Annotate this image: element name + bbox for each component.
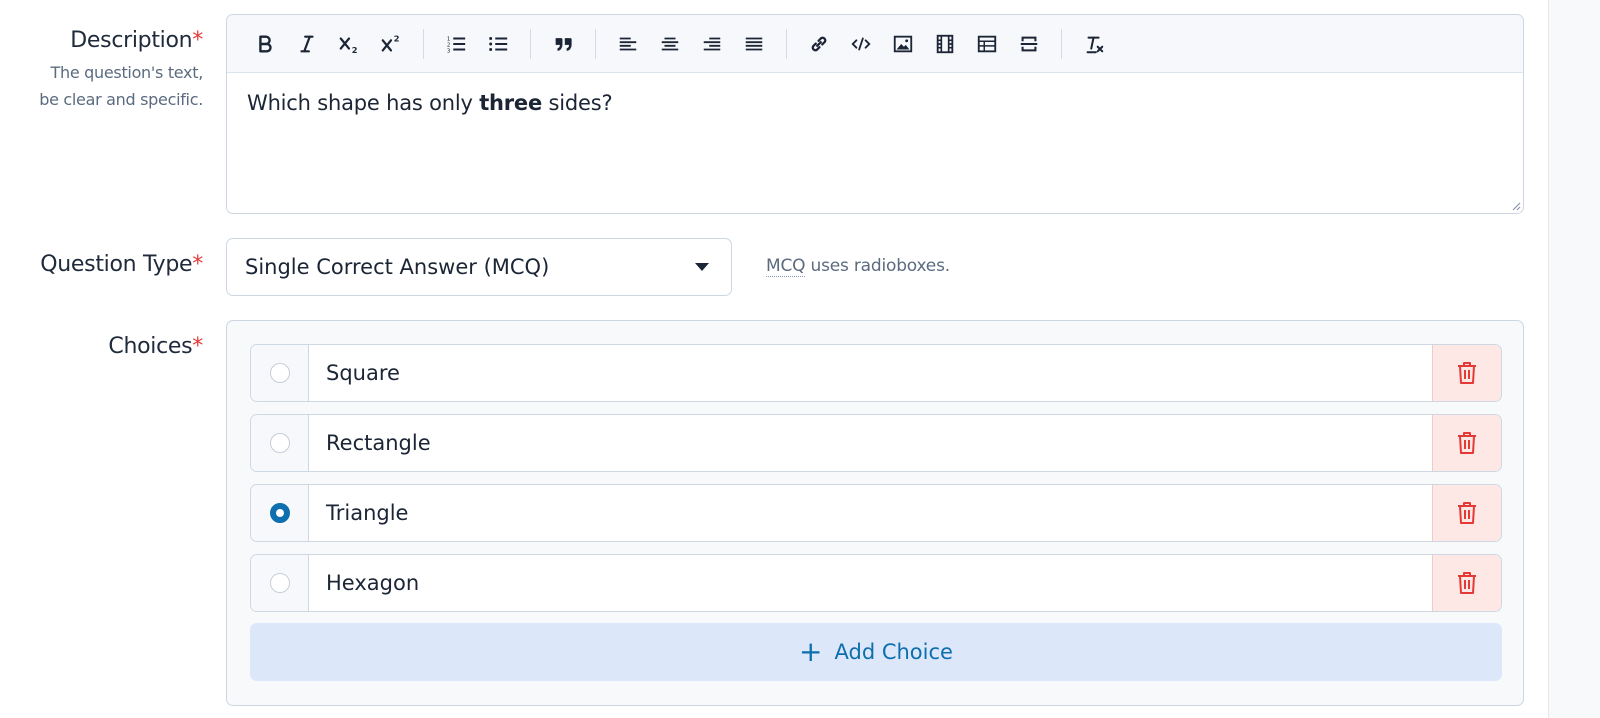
toolbar-divider — [595, 28, 596, 59]
delete-choice-button[interactable] — [1432, 555, 1501, 611]
required-mark: * — [192, 334, 203, 359]
choice-radio[interactable] — [269, 363, 290, 383]
resize-handle-icon[interactable] — [1511, 201, 1521, 211]
clear-format-icon[interactable] — [1073, 24, 1115, 64]
trash-icon — [1458, 572, 1476, 594]
editor-content[interactable]: Which shape has only three sides? — [227, 73, 1523, 133]
blockquote-icon[interactable] — [542, 24, 584, 64]
choice-radio-cell[interactable] — [251, 415, 309, 471]
description-editor: 2 2 123 Which shape has only three sides… — [226, 14, 1524, 214]
table-icon[interactable] — [966, 24, 1008, 64]
bold-icon[interactable] — [244, 24, 286, 64]
delete-choice-button[interactable] — [1432, 415, 1501, 471]
video-icon[interactable] — [924, 24, 966, 64]
required-mark: * — [192, 252, 203, 277]
svg-text:2: 2 — [352, 45, 358, 55]
question-type-help: MCQ uses radioboxes. — [766, 256, 951, 277]
choice-input[interactable] — [309, 415, 1432, 471]
right-scroll-rail — [1548, 0, 1600, 718]
caret-down-icon — [695, 263, 709, 271]
italic-icon[interactable] — [286, 24, 328, 64]
description-label: Description* — [70, 28, 203, 53]
toolbar-divider — [530, 28, 531, 59]
mcq-abbreviation: MCQ — [766, 256, 806, 277]
choice-radio[interactable] — [269, 573, 290, 593]
align-left-icon[interactable] — [607, 24, 649, 64]
delete-choice-button[interactable] — [1432, 345, 1501, 401]
choice-radio-cell[interactable] — [251, 485, 309, 541]
trash-icon — [1458, 362, 1476, 384]
subscript-icon[interactable]: 2 — [328, 24, 370, 64]
image-icon[interactable] — [882, 24, 924, 64]
question-type-value: Single Correct Answer (MCQ) — [245, 255, 550, 279]
trash-icon — [1458, 502, 1476, 524]
choices-label: Choices* — [108, 334, 203, 359]
toolbar-divider — [1061, 28, 1062, 59]
description-label-group: Description* The question's text, be cle… — [0, 28, 203, 113]
choice-input[interactable] — [309, 555, 1432, 611]
choice-row — [250, 344, 1502, 402]
trash-icon — [1458, 432, 1476, 454]
code-icon[interactable] — [840, 24, 882, 64]
add-choice-label: Add Choice — [834, 640, 953, 664]
editor-text: sides? — [542, 91, 613, 115]
toolbar-divider — [423, 28, 424, 59]
add-choice-button[interactable]: + Add Choice — [250, 623, 1502, 681]
choice-row — [250, 484, 1502, 542]
choice-radio[interactable] — [269, 433, 290, 453]
question-type-label-group: Question Type* — [0, 252, 203, 277]
choice-row — [250, 554, 1502, 612]
plus-icon: + — [799, 635, 823, 668]
question-type-help-text: uses radioboxes. — [805, 256, 951, 276]
bullet-list-icon[interactable] — [477, 24, 519, 64]
description-help: The question's text, be clear and specif… — [0, 59, 203, 113]
question-type-select[interactable]: Single Correct Answer (MCQ) — [226, 238, 732, 296]
page-break-icon[interactable] — [1008, 24, 1050, 64]
delete-choice-button[interactable] — [1432, 485, 1501, 541]
question-type-label: Question Type* — [40, 252, 203, 277]
svg-text:3: 3 — [447, 48, 451, 54]
choice-radio-cell[interactable] — [251, 555, 309, 611]
superscript-icon[interactable]: 2 — [370, 24, 412, 64]
align-right-icon[interactable] — [691, 24, 733, 64]
choice-radio-selected[interactable] — [269, 503, 290, 523]
choice-row — [250, 414, 1502, 472]
link-icon[interactable] — [798, 24, 840, 64]
choices-label-group: Choices* — [0, 334, 203, 359]
svg-text:2: 2 — [394, 33, 400, 43]
description-help-line: be clear and specific. — [39, 90, 203, 109]
choice-radio-cell[interactable] — [251, 345, 309, 401]
toolbar-divider — [786, 28, 787, 59]
ordered-list-icon[interactable]: 123 — [435, 24, 477, 64]
choice-input[interactable] — [309, 345, 1432, 401]
description-help-line: The question's text, — [50, 63, 204, 82]
align-center-icon[interactable] — [649, 24, 691, 64]
required-mark: * — [192, 28, 203, 53]
editor-toolbar: 2 2 123 — [227, 15, 1523, 73]
justify-icon[interactable] — [733, 24, 775, 64]
choice-input[interactable] — [309, 485, 1432, 541]
choices-panel: + Add Choice — [226, 320, 1524, 706]
editor-bold-text: three — [479, 91, 543, 115]
editor-text: Which shape has only — [247, 91, 480, 115]
